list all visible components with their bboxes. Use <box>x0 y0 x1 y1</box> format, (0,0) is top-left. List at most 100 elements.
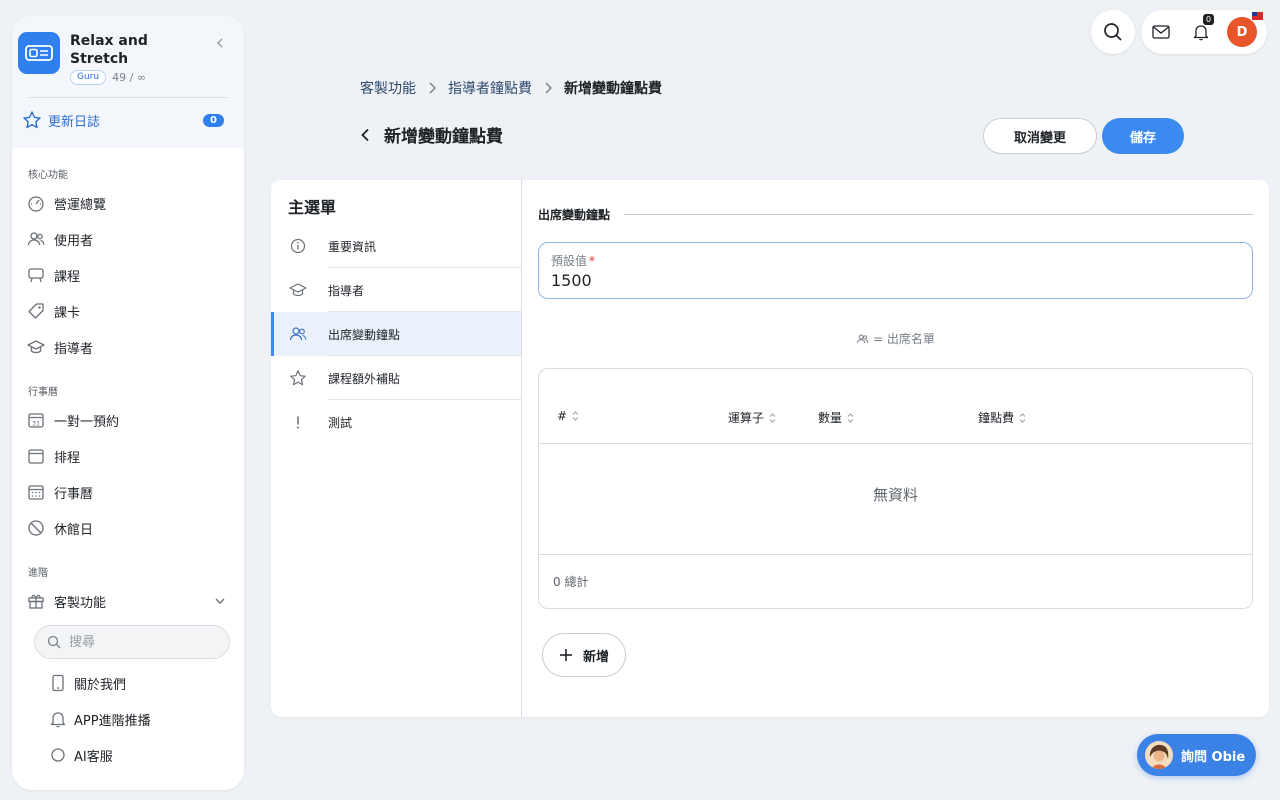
menu-item-instructors[interactable]: 指導者 <box>271 268 521 312</box>
info-icon <box>288 236 308 256</box>
menu-item-label: 重要資訊 <box>328 239 377 254</box>
menu-item-label: 指導者 <box>328 283 365 298</box>
brand-text: Relax and Stretch Guru 49 / ∞ <box>70 32 210 85</box>
breadcrumb-item-instructor-fee[interactable]: 指導者鐘點費 <box>448 78 532 98</box>
default-value-label-text: 預設值 <box>551 254 588 268</box>
column-header-hourly-fee[interactable]: 鐘點費 <box>978 409 1026 426</box>
star-icon <box>23 111 41 129</box>
back-button[interactable] <box>356 124 374 146</box>
collapse-sidebar-button[interactable] <box>210 36 230 52</box>
menu-item-attendance-rate[interactable]: 出席變動鐘點 <box>271 312 521 356</box>
section-header: 出席變動鐘點 <box>538 206 1253 223</box>
breadcrumb-item-custom-features[interactable]: 客製功能 <box>360 78 416 98</box>
cancel-changes-button[interactable]: 取消變更 <box>983 118 1097 154</box>
course-icon <box>26 265 46 285</box>
add-row-button[interactable]: 新增 <box>542 633 626 677</box>
column-header-label: # <box>557 409 568 423</box>
dashboard-icon <box>26 193 46 213</box>
sidebar-item-calendar[interactable]: 行事曆 <box>12 474 244 510</box>
search-icon <box>47 635 61 649</box>
sidebar-sub-item-about[interactable]: 關於我們 <box>12 665 244 701</box>
column-header-quantity[interactable]: 數量 <box>818 409 854 426</box>
default-value-field[interactable]: 預設值 * <box>538 242 1253 299</box>
column-header-operator[interactable]: 運算子 <box>728 409 776 426</box>
sidebar-item-schedule[interactable]: 排程 <box>12 438 244 474</box>
global-search-button[interactable] <box>1091 10 1135 54</box>
flag-icon <box>1252 12 1263 20</box>
users-icon <box>288 324 308 344</box>
chevron-left-icon <box>216 38 223 48</box>
phone-icon <box>48 673 68 693</box>
sidebar-item-one-on-one[interactable]: 31 一對一預約 <box>12 402 244 438</box>
add-row-label: 新增 <box>582 649 609 665</box>
sidebar-item-label: 指導者 <box>54 341 94 357</box>
plus-icon <box>559 648 573 662</box>
sidebar-header: Relax and Stretch Guru 49 / ∞ 更新日誌 0 <box>12 16 244 148</box>
sidebar-search-input[interactable] <box>69 634 209 650</box>
sidebar-sub-item-ai[interactable]: AI客服 <box>12 737 244 773</box>
default-value-input[interactable] <box>551 271 1240 290</box>
menu-item-test[interactable]: 測試 <box>271 400 521 444</box>
avatar-initial: D <box>1236 24 1248 40</box>
ask-obie-button[interactable]: 詢問 Obie <box>1137 734 1256 776</box>
column-header-label: 數量 <box>818 411 843 425</box>
ban-icon <box>26 518 46 538</box>
sidebar-item-closed-days[interactable]: 休館日 <box>12 510 244 546</box>
brand-logo[interactable] <box>18 32 60 74</box>
exclamation-icon <box>288 412 308 432</box>
assistant-avatar-icon <box>1145 741 1173 769</box>
user-avatar[interactable]: D <box>1227 12 1263 47</box>
main-card: 主選單 重要資訊 指導者 出席變動鐘點 課程額外補貼 測試 出席變動鐘點 預設值… <box>271 180 1269 717</box>
chevron-down-icon[interactable] <box>214 592 226 611</box>
sidebar-item-label: 課卡 <box>54 305 81 321</box>
rates-table: # 運算子 數量 鐘點費 無資料 0 總計 <box>538 368 1253 609</box>
table-total: 0 總計 <box>553 575 589 589</box>
sidebar-item-label: 排程 <box>54 450 81 466</box>
sidebar-item-users[interactable]: 使用者 <box>12 221 244 257</box>
save-button[interactable]: 儲存 <box>1102 118 1184 154</box>
calendar-grid-icon <box>26 482 46 502</box>
sidebar-item-label: 營運總覽 <box>54 197 107 213</box>
brand-logo-icon <box>25 45 53 61</box>
graduation-cap-icon <box>288 280 308 300</box>
section-title: 出席變動鐘點 <box>538 208 611 222</box>
notifications-button[interactable]: 0 <box>1181 10 1221 54</box>
notification-count-badge: 0 <box>1203 14 1215 25</box>
table-header: # 運算子 數量 鐘點費 <box>539 369 1252 444</box>
graduation-cap-icon <box>26 337 46 357</box>
users-icon <box>26 229 46 249</box>
sidebar-item-dashboard[interactable]: 營運總覽 <box>12 185 244 221</box>
sidebar-item-label: 一對一預約 <box>54 414 120 430</box>
column-header-index[interactable]: # <box>557 409 579 423</box>
chevron-left-icon <box>361 128 369 141</box>
calendar-31-icon: 31 <box>26 410 46 430</box>
content-panel: 出席變動鐘點 預設值* = 出席名單 # 運算子 數量 <box>522 180 1269 717</box>
changelog-label: 更新日誌 <box>48 114 101 130</box>
messages-button[interactable] <box>1141 10 1181 54</box>
usage-count: 49 / ∞ <box>112 71 146 84</box>
bell-icon <box>48 709 68 729</box>
sidebar-sub-item-push[interactable]: APP進階推播 <box>12 701 244 737</box>
sidebar-sub-item-label: 關於我們 <box>74 677 127 693</box>
menu-item-label: 課程額外補貼 <box>328 371 401 386</box>
sidebar-item-courses[interactable]: 課程 <box>12 257 244 293</box>
sidebar-item-course-cards[interactable]: 課卡 <box>12 293 244 329</box>
sidebar-item-instructors[interactable]: 指導者 <box>12 329 244 365</box>
sidebar-item-custom-features[interactable]: 客製功能 <box>12 583 244 619</box>
section-title-calendar: 行事曆 <box>28 387 58 398</box>
column-header-label: 運算子 <box>728 411 765 425</box>
section-title-advanced: 進階 <box>28 568 48 579</box>
sort-icon <box>572 411 579 421</box>
sidebar-item-label: 使用者 <box>54 233 94 249</box>
menu-item-label: 出席變動鐘點 <box>328 327 401 342</box>
changelog-count-badge: 0 <box>203 113 224 127</box>
sort-icon <box>847 412 854 423</box>
menu-item-course-subsidy[interactable]: 課程額外補貼 <box>271 356 521 400</box>
brand-meta: Guru 49 / ∞ <box>70 70 210 85</box>
table-empty-state: 無資料 <box>872 486 918 504</box>
sidebar-search[interactable] <box>34 625 230 659</box>
menu-item-important-info[interactable]: 重要資訊 <box>271 224 521 268</box>
calendar-icon <box>26 446 46 466</box>
star-icon <box>288 368 308 388</box>
changelog-link[interactable]: 更新日誌 0 <box>18 98 238 142</box>
